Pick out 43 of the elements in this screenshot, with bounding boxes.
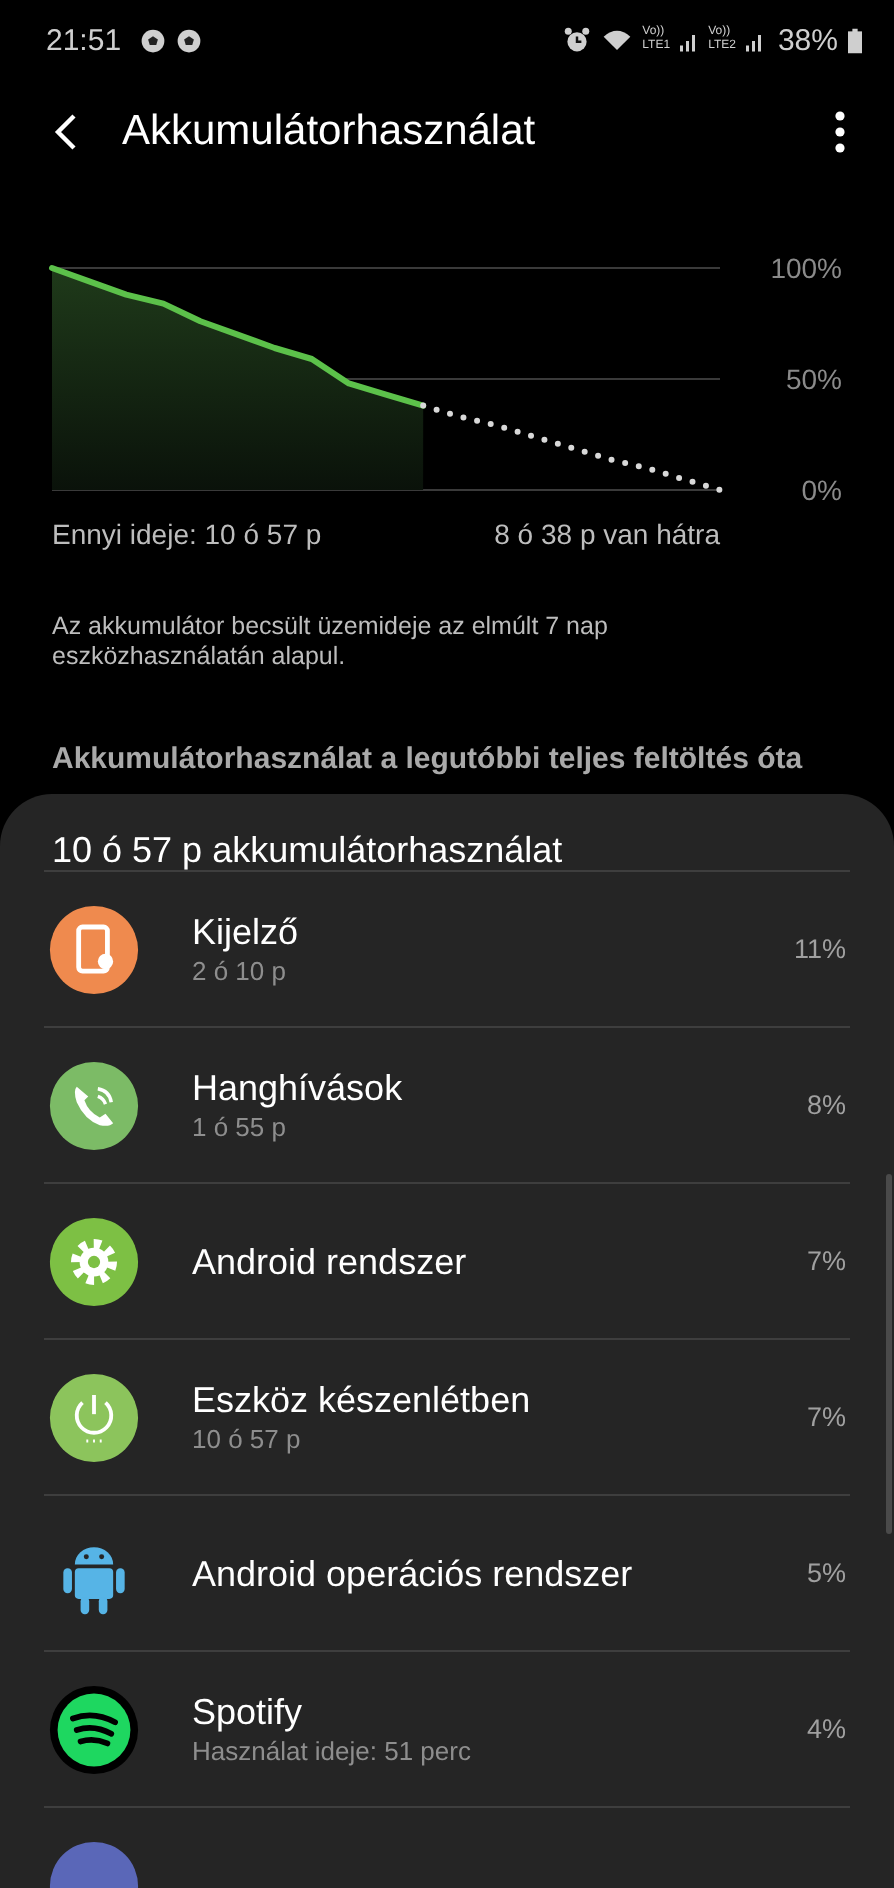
- item-name: Eszköz készenlétben: [192, 1378, 533, 1422]
- item-name: Android rendszer: [192, 1239, 469, 1283]
- soccer-ball-icon: [139, 27, 166, 53]
- usage-percent: 11%: [793, 934, 846, 964]
- usage-title: 10 ó 57 p akkumulátorhasználat: [44, 794, 850, 872]
- axis-label: 0%: [801, 474, 842, 506]
- usage-time: 1 ó 55 p: [192, 1110, 288, 1144]
- remaining-time: 8 ó 38 p van hátra: [494, 516, 720, 554]
- more-options-icon[interactable]: [834, 110, 846, 154]
- item-name: Spotify: [192, 1690, 305, 1734]
- screen-title: Akkumulátorhasználat: [122, 108, 538, 156]
- wifi-icon: [602, 26, 633, 54]
- usage-time: Használat ideje: 51 perc: [192, 1734, 473, 1768]
- scrollbar[interactable]: [886, 1174, 892, 1534]
- clock-time: 21:51: [46, 23, 122, 57]
- battery-icon: [848, 27, 862, 53]
- item-name: Kijelző: [192, 910, 301, 954]
- usage-item[interactable]: Android rendszer 7%: [44, 1184, 850, 1340]
- battery-percent: 38%: [777, 23, 838, 57]
- back-icon[interactable]: [54, 112, 78, 152]
- signal-icon: [745, 29, 764, 51]
- usage-item[interactable]: Android operációs rendszer 5%: [44, 1496, 850, 1652]
- usage-item[interactable]: Hanghívások 1 ó 55 p 8%: [44, 1028, 850, 1184]
- signal-icon: [680, 29, 699, 51]
- usage-item[interactable]: Eszköz készenlétben 10 ó 57 p 7%: [44, 1340, 850, 1496]
- item-name: Hanghívások: [192, 1066, 405, 1110]
- usage-percent: 7%: [806, 1246, 846, 1276]
- usage-percent: 8%: [806, 1090, 846, 1120]
- elapsed-time: Ennyi ideje: 10 ó 57 p: [52, 516, 322, 554]
- item-name: Android operációs rendszer: [192, 1551, 635, 1595]
- section-heading: Akkumulátorhasználat a legutóbbi teljes feltöltés óta: [52, 742, 805, 778]
- usage-time: 10 ó 57 p: [192, 1422, 303, 1456]
- usage-time: 2 ó 10 p: [192, 954, 288, 988]
- alarm-icon: [562, 26, 593, 54]
- usage-percent: 7%: [806, 1402, 846, 1432]
- estimate-note: Az akkumulátor becsült üzemideje az elmúlt 7 nap eszközhasználatán alapul.: [52, 612, 610, 672]
- usage-percent: 4%: [806, 1714, 846, 1744]
- axis-label: 50%: [785, 363, 842, 395]
- usage-percent: 5%: [806, 1558, 846, 1588]
- soccer-ball-icon: [175, 27, 202, 53]
- usage-item[interactable]: Spotify Használat ideje: 51 perc 4%: [44, 1652, 850, 1808]
- axis-label: 100%: [770, 252, 842, 284]
- usage-item[interactable]: Kijelző 2 ó 10 p 11%: [44, 872, 850, 1028]
